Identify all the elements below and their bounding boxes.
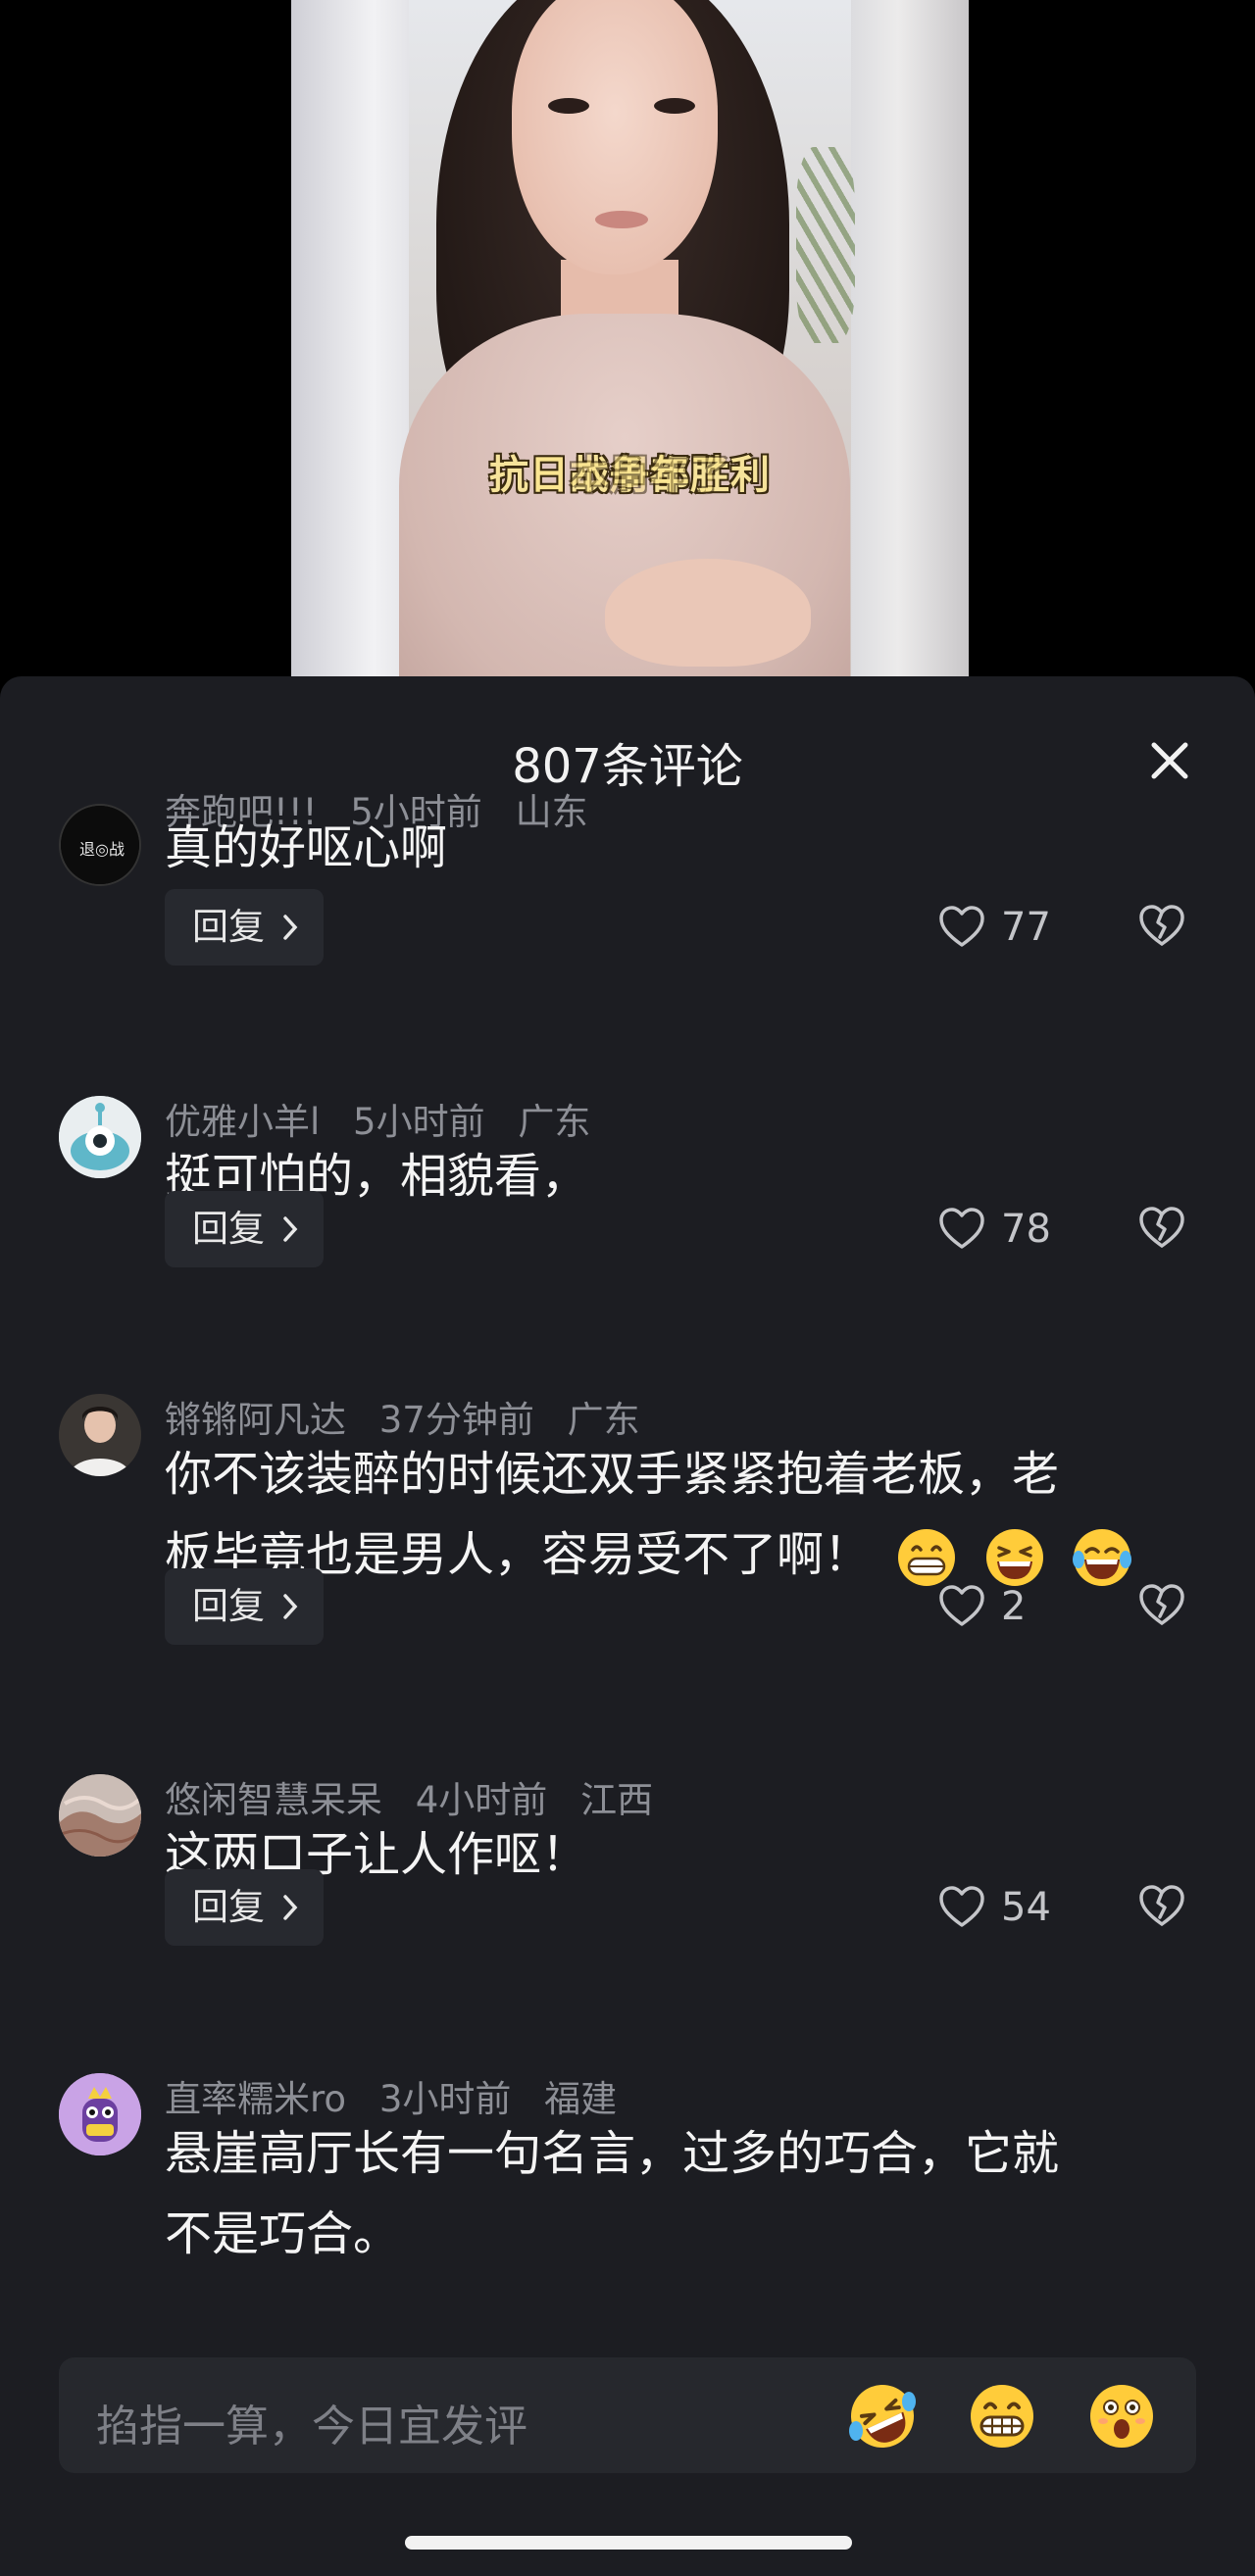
comment-text-line: 你不该装醉的时候还双手紧紧抱着老板，老 — [165, 1447, 1060, 1502]
reply-button-label: 回复 — [192, 1886, 265, 1928]
video-plant — [796, 147, 855, 343]
dislike-button[interactable] — [1135, 1579, 1188, 1632]
video-subtitle-overlay: 日本周年了 — [529, 453, 730, 498]
heart-icon — [939, 1208, 984, 1249]
like-button[interactable]: 2 — [936, 1577, 1026, 1636]
home-indicator[interactable] — [405, 2536, 852, 2550]
tears-of-joy-emoji-icon — [1072, 1529, 1131, 1586]
comment-item: 直率糯米ro 3小时前 福建 悬崖高厅长有一句名言，过多的巧合，它就 不是巧合。 — [0, 2073, 1255, 2308]
video-frame[interactable]: 抗日战争都胜利 日本周年了 — [291, 0, 969, 676]
dislike-button[interactable] — [1135, 1880, 1188, 1933]
dislike-button[interactable] — [1135, 900, 1188, 953]
video-player[interactable]: 抗日战争都胜利 日本周年了 — [0, 0, 1255, 676]
broken-heart-icon — [1139, 1885, 1184, 1926]
comment-sheet: 807条评论 退◎战 奔跑吧!!! 5小时前 山东 真的好呕心啊 回复 77 优… — [0, 676, 1255, 2576]
broken-heart-icon — [1139, 1584, 1184, 1625]
like-count: 77 — [1001, 905, 1051, 950]
avatar[interactable]: 退◎战 — [59, 804, 141, 886]
broken-heart-icon — [1139, 1207, 1184, 1248]
avatar-alien-icon — [59, 1096, 141, 1178]
video-person-face — [512, 0, 718, 274]
dislike-button[interactable] — [1135, 1202, 1188, 1255]
grin-emoji-icon — [971, 2385, 1033, 2448]
close-button[interactable] — [1142, 733, 1197, 788]
emoji-button-rolling-laugh[interactable] — [846, 2380, 919, 2452]
close-icon — [1151, 742, 1188, 779]
reply-button-label: 回复 — [192, 906, 265, 948]
chevron-right-icon — [283, 915, 298, 940]
like-count: 78 — [1001, 1207, 1051, 1252]
avatar[interactable] — [59, 1394, 141, 1476]
chevron-right-icon — [283, 1216, 298, 1242]
heart-icon — [939, 1585, 984, 1626]
video-subtitle: 抗日战争都胜利 日本周年了 — [291, 443, 969, 500]
comment-input-placeholder: 掐指一算，今日宜发评 — [96, 2402, 527, 2452]
like-count: 2 — [1001, 1584, 1027, 1629]
reply-button[interactable]: 回复 — [165, 889, 324, 966]
reply-button[interactable]: 回复 — [165, 1191, 324, 1267]
avatar[interactable] — [59, 1096, 141, 1178]
avatar-cartoon-icon — [59, 2073, 141, 2155]
avatar[interactable] — [59, 2073, 141, 2155]
comment-text-line: 悬崖高厅长有一句名言，过多的巧合，它就 — [165, 2126, 1060, 2181]
comment-text: 悬崖高厅长有一句名言，过多的巧合，它就 不是巧合。 — [165, 2113, 1194, 2274]
video-person-eye — [548, 98, 589, 114]
like-button[interactable]: 77 — [936, 898, 1051, 957]
heart-icon — [939, 906, 984, 947]
reply-button-label: 回复 — [192, 1585, 265, 1627]
avatar-person-icon — [59, 1394, 141, 1476]
video-person-hand — [605, 559, 811, 667]
chevron-right-icon — [283, 1895, 298, 1920]
comment-text: 真的好呕心啊 — [165, 820, 448, 875]
like-button[interactable]: 78 — [936, 1200, 1051, 1259]
like-button[interactable]: 54 — [936, 1878, 1051, 1937]
emoji-button-surprised[interactable] — [1085, 2380, 1158, 2452]
chevron-right-icon — [283, 1594, 298, 1619]
rolling-laugh-emoji-icon — [849, 2385, 916, 2448]
video-person-eye — [654, 98, 695, 114]
surprised-emoji-icon — [1090, 2385, 1153, 2448]
avatar-logo-icon: 退◎战 — [61, 806, 139, 884]
video-background-left — [291, 0, 409, 676]
like-count: 54 — [1001, 1885, 1051, 1930]
reply-button[interactable]: 回复 — [165, 1568, 324, 1645]
comment-input[interactable]: 掐指一算，今日宜发评 — [59, 2357, 1196, 2473]
avatar[interactable] — [59, 1774, 141, 1857]
video-background-right — [851, 0, 969, 676]
comment-item: 锵锵阿凡达 37分钟前 广东 你不该装醉的时候还双手紧紧抱着老板，老 板毕竟也是… — [0, 1394, 1255, 1668]
reply-button[interactable]: 回复 — [165, 1869, 324, 1946]
reply-button-label: 回复 — [192, 1208, 265, 1250]
video-person-lips — [595, 211, 648, 228]
svg-text:退◎战: 退◎战 — [79, 840, 125, 859]
comment-item: 悠闲智慧呆呆 4小时前 江西 这两口子让人作呕！ 回复 54 — [0, 1774, 1255, 1960]
heart-icon — [939, 1886, 984, 1927]
comment-text-line: 不是巧合。 — [165, 2206, 401, 2261]
comment-item: 退◎战 奔跑吧!!! 5小时前 山东 真的好呕心啊 回复 77 — [0, 791, 1255, 980]
comment-item: 优雅小羊l 5小时前 广东 挺可怕的，相貌看， 回复 78 — [0, 1096, 1255, 1282]
avatar-image-icon — [59, 1774, 141, 1857]
emoji-button-grin[interactable] — [966, 2380, 1038, 2452]
broken-heart-icon — [1139, 905, 1184, 946]
